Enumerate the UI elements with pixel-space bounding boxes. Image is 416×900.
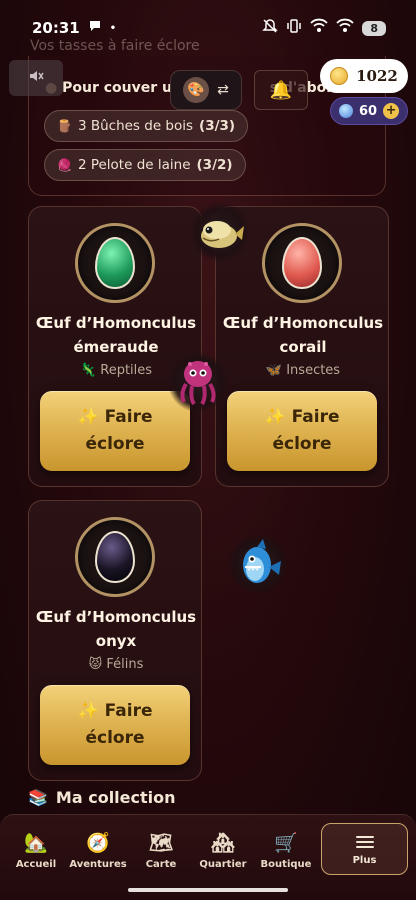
egg-card-onyx: Œuf d’Homonculus onyx 😾 Félins ✨ Faire éc…	[28, 500, 202, 781]
nav-label: Accueil	[15, 859, 57, 870]
status-right: 8	[262, 18, 386, 38]
sparkle-icon: ✨	[77, 701, 99, 721]
sparkle-icon: ✨	[264, 407, 286, 427]
hatch-button[interactable]: ✨ Faire éclore	[40, 391, 190, 471]
books-icon: 📚	[28, 788, 48, 807]
hatch-label-line2: éclore	[85, 728, 145, 748]
status-time: 20:31	[32, 19, 80, 37]
log-icon: 🪵	[57, 119, 72, 133]
nav-item-accueil[interactable]: 🏡 Accueil	[7, 831, 65, 870]
nav-label: Quartier	[199, 859, 247, 870]
hatch-button[interactable]: ✨ Faire éclore	[40, 685, 190, 765]
mute-status-icon	[262, 18, 279, 38]
status-left: 20:31 •	[32, 19, 116, 37]
cat-icon: 😾	[88, 657, 103, 672]
egg-card-emeraude: Œuf d’Homonculus émeraude 🦎 Reptiles ✨ Fa…	[28, 206, 202, 487]
egg-name-line2: onyx	[95, 632, 137, 650]
nav-item-aventures[interactable]: 🧭 Aventures	[69, 831, 127, 870]
cart-icon: 🛒	[274, 832, 298, 854]
nav-item-boutique[interactable]: 🛒 Boutique	[257, 831, 315, 870]
egg-type: 😾 Félins	[29, 657, 203, 672]
coins-value: 1022	[356, 67, 398, 85]
faded-header-text: Vos tasses à faire éclore	[30, 38, 200, 54]
map-icon: 🗺	[148, 832, 174, 854]
gems-counter[interactable]: 60 +	[330, 97, 408, 125]
hatch-label-line2: éclore	[272, 434, 332, 454]
egg-frame	[262, 223, 342, 303]
egg-name-line1: Œuf d’Homonculus	[222, 314, 384, 332]
floating-creature-blue-fish[interactable]	[228, 534, 288, 594]
butterfly-icon: 🦋	[265, 363, 283, 378]
mute-button[interactable]	[9, 60, 63, 96]
hatch-label-line1: Faire	[104, 701, 153, 721]
palette-icon: 🎨	[183, 77, 210, 103]
octopus-icon	[180, 361, 216, 406]
egg-image	[95, 531, 135, 583]
blue-fish-icon	[243, 539, 281, 583]
home-icon: 🏡	[24, 832, 48, 854]
requirement-chip-logs: 🪵 3 Bûches de bois (3/3)	[44, 110, 249, 142]
egg-type-label: Insectes	[286, 363, 341, 378]
egg-type-label: Reptiles	[100, 363, 153, 378]
egg-frame	[75, 223, 155, 303]
notifications-button[interactable]: 🔔	[254, 70, 308, 110]
theme-switch-button[interactable]: 🎨 ⇄	[170, 70, 242, 110]
compass-icon: 🧭	[86, 832, 110, 854]
bell-icon: 🔔	[269, 79, 293, 101]
menu-icon	[355, 833, 374, 851]
nav-label: Carte	[145, 859, 177, 870]
coins-counter[interactable]: 1022	[320, 59, 408, 93]
egg-name: Œuf d’Homonculus corail	[216, 311, 390, 359]
egg-name-line1: Œuf d’Homonculus	[35, 314, 197, 332]
nav-item-carte[interactable]: 🗺 Carte	[132, 831, 190, 870]
chat-bubble-icon	[88, 19, 102, 37]
egg-image	[282, 237, 322, 289]
collection-label: Ma collection	[55, 788, 176, 807]
golden-fish-icon	[201, 221, 244, 248]
hatch-label-line1: Faire	[104, 407, 153, 427]
egg-name: Œuf d’Homonculus onyx	[29, 605, 203, 653]
wifi-call-icon	[310, 18, 328, 38]
dot-icon: •	[109, 22, 117, 34]
gems-value: 60	[358, 103, 378, 119]
egg-frame	[75, 517, 155, 597]
requirement-count: (3/2)	[196, 157, 233, 173]
coin-icon	[330, 67, 349, 85]
vibrate-icon	[286, 18, 302, 38]
egg-type-label: Félins	[106, 657, 144, 672]
egg-type: 🦋 Insectes	[216, 363, 390, 378]
gem-icon	[338, 104, 353, 118]
collection-header: 📚 Ma collection	[28, 788, 176, 807]
hatch-button[interactable]: ✨ Faire éclore	[227, 391, 377, 471]
nav-label: Boutique	[260, 859, 312, 870]
nav-label: Plus	[352, 854, 377, 866]
district-icon: 🏘	[210, 832, 236, 854]
speaker-muted-icon	[27, 67, 45, 90]
swap-icon: ⇄	[217, 82, 229, 98]
hatch-label-line2: éclore	[85, 434, 145, 454]
home-indicator[interactable]	[128, 888, 288, 892]
wifi-icon	[336, 18, 354, 38]
add-gems-icon[interactable]: +	[383, 103, 400, 119]
battery-icon: 8	[362, 20, 386, 36]
sparkle-icon: ✨	[77, 407, 99, 427]
requirement-count: (3/3)	[199, 118, 236, 134]
lizard-icon: 🦎	[79, 363, 97, 378]
requirement-text: 2 Pelote de laine	[77, 157, 191, 173]
floating-creature-golden-fish[interactable]	[190, 202, 250, 262]
requirement-text: 3 Bûches de bois	[77, 118, 194, 134]
requirement-chip-yarn: 🧶 2 Pelote de laine (3/2)	[44, 149, 246, 181]
egg-name: Œuf d’Homonculus émeraude	[29, 311, 203, 359]
egg-name-line1: Œuf d’Homonculus	[35, 608, 197, 626]
nav-item-plus[interactable]: Plus	[321, 823, 408, 875]
nav-item-quartier[interactable]: 🏘 Quartier	[194, 831, 252, 870]
hatch-label-line1: Faire	[291, 407, 340, 427]
floating-creature-octopus[interactable]	[168, 352, 228, 412]
egg-name-line2: corail	[279, 338, 327, 356]
yarn-icon: 🧶	[57, 158, 72, 172]
nav-label: Aventures	[69, 859, 127, 870]
egg-image	[95, 237, 135, 289]
couver-text: Pour couver un	[62, 80, 182, 96]
